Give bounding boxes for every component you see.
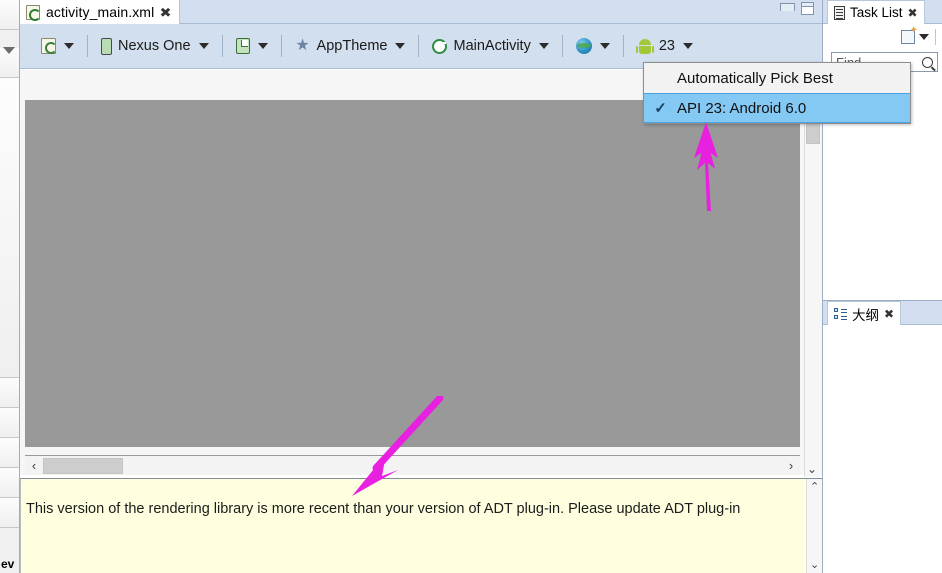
palette-section[interactable] [0,378,19,408]
star-icon: ★ [295,37,310,54]
editor-tab-row: activity_main.xml ✖ [20,0,822,24]
tab-activity-main-xml[interactable]: activity_main.xml ✖ [20,0,181,24]
chevron-down-icon[interactable] [395,43,406,49]
toolbar-separator [221,35,223,57]
toolbar-separator [418,35,420,57]
toolbar-item-locale[interactable] [569,31,617,61]
toolbar-item-activity[interactable]: MainActivity [425,31,555,61]
palette-bottom-label: ev [1,557,15,571]
palette-section[interactable] [0,468,19,498]
task-list-icon [834,5,845,20]
menu-item-auto-pick-best[interactable]: Automatically Pick Best [644,63,910,93]
tab-title: activity_main.xml [46,4,155,20]
toolbar-separator [87,35,88,57]
close-icon[interactable]: ✖ [908,6,918,20]
minimize-icon[interactable] [780,3,795,14]
scroll-down-arrow-icon[interactable]: ⌄ [807,463,817,475]
scroll-right-arrow-icon[interactable]: › [782,458,800,473]
palette-section[interactable] [0,0,19,30]
palette-section[interactable] [0,408,19,438]
toolbar-item-theme[interactable]: ★ AppTheme [288,31,413,61]
palette-strip[interactable]: ev [0,0,20,573]
close-icon[interactable]: ✖ [160,6,172,19]
outline-icon [834,307,847,320]
scroll-left-arrow-icon[interactable]: ‹ [25,458,43,473]
menu-item-label: Automatically Pick Best [677,69,833,87]
task-list-tab-row: Task List ✖ [823,0,942,24]
toolbar-separator [935,29,936,45]
toolbar-item-device[interactable]: Nexus One [94,31,216,61]
chevron-down-icon[interactable] [257,43,268,49]
theme-label: AppTheme [316,38,388,54]
activity-label: MainActivity [453,38,531,54]
rendering-error-panel: This version of the rendering library is… [20,478,822,573]
chevron-down-icon[interactable] [64,43,74,49]
close-icon[interactable]: ✖ [884,307,894,321]
palette-section[interactable] [0,78,19,378]
toolbar-item-layout-config[interactable] [34,31,81,61]
editor-window-controls [780,2,814,15]
layout-canvas-area: ⌄ ‹ › [20,70,822,477]
chevron-down-icon[interactable] [599,43,610,49]
palette-section[interactable] [0,438,19,468]
menu-item-label: API 23: Android 6.0 [677,99,807,117]
xml-layout-icon [26,4,41,21]
error-panel-scrollbar[interactable]: ⌃ ⌄ [806,479,822,573]
task-list-toolbar [823,24,942,50]
toolbar-separator [561,35,563,57]
activity-icon [432,38,448,54]
scroll-up-arrow-icon[interactable]: ⌃ [810,482,819,493]
maximize-icon[interactable] [801,2,814,15]
tab-task-list[interactable]: Task List ✖ [827,0,925,24]
device-icon [101,37,112,55]
outline-view: 大纲 ✖ [823,300,942,573]
layout-preview-canvas[interactable] [25,100,800,447]
chevron-down-icon[interactable] [198,43,209,49]
palette-section[interactable] [0,498,19,528]
device-label: Nexus One [118,38,191,54]
search-icon[interactable] [922,56,933,68]
scroll-down-arrow-icon[interactable]: ⌄ [810,560,819,571]
tab-outline[interactable]: 大纲 ✖ [827,301,902,325]
layout-icon [41,38,57,54]
orientation-icon [235,38,250,54]
api-level-dropdown-menu[interactable]: Automatically Pick Best ✓ API 23: Androi… [643,62,911,124]
canvas-vertical-scrollbar[interactable]: ⌄ [804,100,820,477]
task-list-title: Task List [850,5,903,20]
api-level-label: 23 [658,38,675,54]
chevron-down-icon[interactable] [682,43,693,49]
new-task-icon[interactable] [901,25,918,44]
toolbar-separator [280,35,282,57]
toolbar-separator [622,35,624,57]
eclipse-adt-layout-editor: ev activity_main.xml ✖ Nexus One ★ AppTh… [0,0,942,573]
collapse-caret-icon[interactable] [3,47,15,54]
check-icon: ✓ [654,100,667,117]
outline-tab-row: 大纲 ✖ [823,301,942,325]
outline-title: 大纲 [852,307,879,323]
toolbar-item-orientation[interactable] [229,31,275,61]
globe-icon [575,38,592,54]
chevron-down-icon[interactable] [919,34,929,40]
chevron-down-icon[interactable] [538,43,549,49]
toolbar-item-api-level[interactable]: 23 [630,31,700,61]
canvas-horizontal-scrollbar[interactable]: ‹ › [25,455,800,475]
rendering-error-message: This version of the rendering library is… [26,501,741,517]
menu-item-api-23[interactable]: ✓ API 23: Android 6.0 [644,93,910,123]
android-icon [635,38,654,54]
scrollbar-thumb[interactable] [43,457,123,474]
